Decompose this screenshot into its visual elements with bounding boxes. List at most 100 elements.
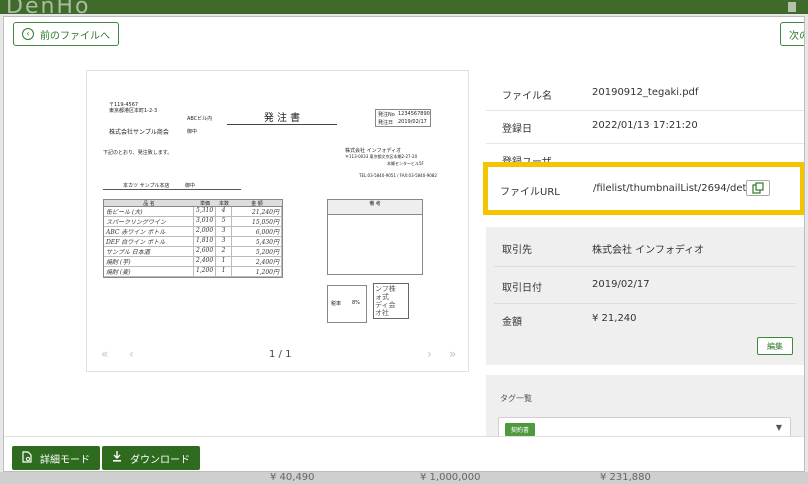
doc-item-row: サンプル 日本酒 2,600 2 5,200円 bbox=[104, 247, 282, 257]
doc-order-date-label: 発注日 bbox=[378, 120, 394, 126]
doc-item-cell: 3 bbox=[216, 237, 232, 246]
preview-pager: « ‹ 1 / 1 › » bbox=[87, 347, 468, 365]
doc-item-cell: 焼酎 (芋) bbox=[104, 257, 194, 266]
doc-order-no: 1234567890 bbox=[398, 111, 430, 117]
arrow-left-icon: ‹ bbox=[22, 28, 34, 40]
chevron-down-icon[interactable]: ▼ bbox=[776, 423, 782, 432]
doc-building: ABCビル内 bbox=[187, 116, 213, 122]
doc-vendor-bldg: 本郷センタービル5F bbox=[387, 161, 424, 166]
doc-item-cell: 2,000 bbox=[194, 227, 216, 236]
doc-item-row: 焼酎 (芋) 2,400 1 2,400円 bbox=[104, 257, 282, 267]
doc-item-cell: 2,600 bbox=[194, 247, 216, 256]
next-page-icon[interactable]: › bbox=[427, 347, 432, 361]
doc-item-row: DEF 白ワイン ボトル 1,810 3 5,430円 bbox=[104, 237, 282, 247]
app-logo: DenHo bbox=[6, 0, 91, 14]
doc-item-row: スパークリングワイン 3,010 5 15,050円 bbox=[104, 217, 282, 227]
doc-th-name: 品 名 bbox=[143, 201, 155, 207]
prev-file-label: 前のファイルへ bbox=[40, 30, 110, 42]
doc-order-date: 2019/02/17 bbox=[398, 119, 427, 125]
doc-company-stamp: ンフ株 ォ式 ディ会 オ社 bbox=[373, 283, 409, 319]
transaction-details-panel: 取引先 株式会社 インフォディオ 取引日付 2019/02/17 金額 ¥ 21… bbox=[486, 227, 804, 365]
amount-row: 金額 ¥ 21,240 bbox=[486, 303, 804, 335]
doc-item-cell: 2,400円 bbox=[232, 257, 282, 266]
doc-item-row: 缶ビール (大) 5,310 4 21,240円 bbox=[104, 207, 282, 217]
tag-chip[interactable]: 契約書 bbox=[505, 423, 536, 436]
copy-icon bbox=[752, 182, 764, 194]
doc-item-cell: 5,430円 bbox=[232, 237, 282, 246]
divider bbox=[486, 110, 804, 111]
doc-item-cell: 6,000円 bbox=[232, 227, 282, 236]
doc-order-no-label: 発注No bbox=[378, 112, 395, 118]
doc-vendor-addr: 〒113-0033 東京都文京区本郷2-27-20 bbox=[345, 154, 418, 159]
doc-th-price: 単価 bbox=[199, 201, 210, 207]
doc-intro: 下記のとおり、発注致します。 bbox=[103, 150, 173, 156]
detail-mode-button[interactable]: 詳細モード bbox=[12, 446, 100, 470]
doc-dest-suffix: 御中 bbox=[185, 183, 196, 189]
last-page-icon[interactable]: » bbox=[449, 347, 456, 361]
doc-item-cell: 5,200円 bbox=[232, 247, 282, 256]
registered-label: 登録日 bbox=[502, 124, 532, 135]
page-indicator: 1 / 1 bbox=[269, 349, 292, 360]
copy-url-button[interactable] bbox=[746, 180, 770, 196]
prev-file-button[interactable]: ‹ 前のファイルへ bbox=[13, 22, 119, 46]
file-detail-modal: ‹ 前のファイルへ 次の 〒119-4567 東京都港区本町1-2-3 ABCビ… bbox=[3, 16, 805, 472]
file-name-row: ファイル名 20190912_tegaki.pdf bbox=[486, 79, 804, 109]
home-icon bbox=[788, 2, 796, 12]
amount-value: ¥ 21,240 bbox=[592, 313, 637, 324]
background-amount: ¥ 40,490 bbox=[270, 472, 315, 483]
file-url-row-highlighted: ファイルURL /filelist/thumbnailList/2694/det… bbox=[483, 162, 804, 215]
file-name-label: ファイル名 bbox=[502, 91, 552, 102]
doc-item-cell: 21,240円 bbox=[232, 207, 282, 216]
prev-page-icon[interactable]: ‹ bbox=[129, 347, 134, 361]
doc-item-cell: 1 bbox=[216, 267, 232, 276]
doc-dest-name: 本カツ サンプル本店 bbox=[123, 183, 170, 189]
doc-th-qty: 本数 bbox=[218, 201, 229, 207]
doc-item-cell: 缶ビール (大) bbox=[104, 207, 194, 216]
doc-item-cell: サンプル 日本酒 bbox=[104, 247, 194, 256]
doc-item-cell: 2 bbox=[216, 247, 232, 256]
doc-items-table: 品 名 単価 本数 金 額 缶ビール (大) 5,310 4 21,240円 スパークリ… bbox=[103, 199, 283, 278]
document-search-icon bbox=[22, 450, 32, 466]
doc-table-header: 品 名 単価 本数 金 額 bbox=[104, 200, 282, 207]
first-page-icon[interactable]: « bbox=[101, 347, 108, 361]
doc-vendor-tel: TEL:03-5840-9051 / FAX:03-5840-9082 bbox=[359, 173, 437, 178]
doc-title: 発 注 書 bbox=[227, 109, 337, 125]
next-file-button[interactable]: 次の bbox=[780, 22, 804, 46]
download-button[interactable]: ダウンロード bbox=[102, 446, 200, 470]
partner-value: 株式会社 インフォディオ bbox=[592, 245, 705, 256]
document-image: 〒119-4567 東京都港区本町1-2-3 ABCビル内 株式会社サンプル商会… bbox=[97, 93, 442, 333]
download-icon bbox=[112, 451, 122, 465]
doc-item-cell: 2,400 bbox=[194, 257, 216, 266]
background-list bbox=[0, 472, 808, 484]
doc-item-cell: 3,010 bbox=[194, 217, 216, 226]
doc-item-row: ABC 赤ワイン ボトル 2,000 3 6,000円 bbox=[104, 227, 282, 237]
trade-date-row: 取引日付 2019/02/17 bbox=[486, 269, 804, 301]
doc-tax-rate: 8% bbox=[352, 300, 360, 306]
file-url-value[interactable]: /filelist/thumbnailList/2694/detail bbox=[593, 183, 758, 194]
doc-item-cell: 1,810 bbox=[194, 237, 216, 246]
doc-table-body: 缶ビール (大) 5,310 4 21,240円 スパークリングワイン 3,010 5 15,… bbox=[104, 207, 282, 277]
modal-footer: 詳細モード ダウンロード bbox=[4, 436, 804, 471]
doc-item-cell: 1,200円 bbox=[232, 267, 282, 276]
partner-label: 取引先 bbox=[502, 245, 532, 256]
background-amount: ¥ 231,880 bbox=[600, 472, 651, 483]
doc-destination: 本カツ サンプル本店 御中 bbox=[103, 182, 241, 190]
edit-button[interactable]: 編集 bbox=[757, 337, 793, 355]
doc-order-box: 発注No 1234567890 発注日 2019/02/17 bbox=[375, 109, 431, 127]
doc-customer: 株式会社サンプル商会 bbox=[109, 129, 169, 136]
document-preview: 〒119-4567 東京都港区本町1-2-3 ABCビル内 株式会社サンプル商会… bbox=[86, 70, 469, 372]
background-amount: ¥ 1,000,000 bbox=[420, 472, 481, 483]
next-file-label: 次の bbox=[789, 30, 804, 42]
doc-tax-box: 税率 8% bbox=[327, 285, 367, 323]
doc-item-cell: 3 bbox=[216, 227, 232, 236]
doc-item-row: 焼酎 (麦) 1,200 1 1,200円 bbox=[104, 267, 282, 277]
tag-list-label: タグ一覧 bbox=[500, 394, 532, 403]
download-label: ダウンロード bbox=[130, 454, 190, 466]
doc-item-cell: 5 bbox=[216, 217, 232, 226]
divider bbox=[486, 143, 804, 144]
doc-remarks-box bbox=[327, 215, 423, 275]
doc-item-cell: 4 bbox=[216, 207, 232, 216]
amount-label: 金額 bbox=[502, 317, 522, 328]
trade-date-value: 2019/02/17 bbox=[592, 279, 650, 290]
registered-value: 2022/01/13 17:21:20 bbox=[592, 120, 698, 131]
